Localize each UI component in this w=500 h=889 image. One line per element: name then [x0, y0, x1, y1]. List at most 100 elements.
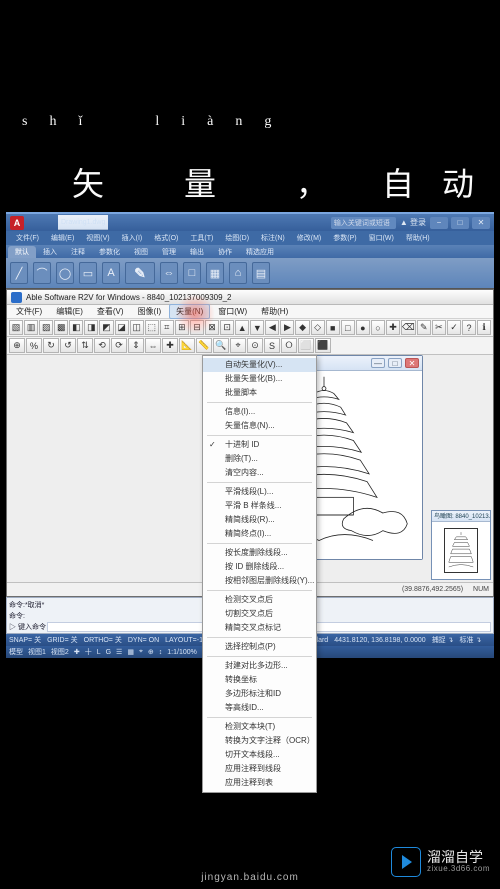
- menu-item[interactable]: 删除(T)...: [203, 452, 316, 466]
- status-item[interactable]: 十: [85, 647, 92, 657]
- close-button[interactable]: ✕: [472, 217, 490, 229]
- menu-item[interactable]: 矢量信息(N)...: [203, 419, 316, 433]
- toolbar-button[interactable]: ◧: [69, 320, 83, 335]
- status-item[interactable]: 视图2: [51, 647, 69, 657]
- toolbar-button[interactable]: ⊞: [175, 320, 189, 335]
- menu-item[interactable]: 应用注释到线段: [203, 762, 316, 776]
- status-item[interactable]: GRID= 关: [47, 635, 78, 645]
- toolbar-button[interactable]: ◩: [99, 320, 113, 335]
- toolbar-button[interactable]: ↻: [43, 338, 59, 353]
- ribbon-button[interactable]: ⌂: [229, 262, 247, 284]
- ribbon-button[interactable]: ⌒: [33, 262, 51, 284]
- r2v-menu-item[interactable]: 文件(F): [10, 305, 48, 318]
- toolbar-button[interactable]: ✎: [417, 320, 431, 335]
- menu-item[interactable]: 按相邻图层删除线段(Y)...: [203, 574, 316, 588]
- ribbon-button[interactable]: ▦: [206, 262, 224, 284]
- r2v-toolbar-1[interactable]: ▧▥▨▩◧◨◩◪◫⬚⌗⊞⊟⊠⊡▲▼◀▶◆◇■□●○✚⌫✎✂✓?ℹ: [7, 319, 493, 337]
- r2v-menu-item[interactable]: 图像(I): [132, 305, 168, 318]
- status-item[interactable]: 模型: [9, 647, 23, 657]
- toolbar-button[interactable]: ◨: [84, 320, 98, 335]
- ribbon-tab[interactable]: 视图: [127, 246, 155, 258]
- menu-item[interactable]: 批量矢量化(B)...: [203, 372, 316, 386]
- overview-window[interactable]: 鸟瞰图: 8840_10213...: [431, 510, 491, 580]
- menu-item[interactable]: 应用注释到表: [203, 776, 316, 790]
- autocad-menu-item[interactable]: 修改(M): [293, 233, 326, 243]
- toolbar-button[interactable]: S: [264, 338, 280, 353]
- toolbar-button[interactable]: ⇕: [128, 338, 144, 353]
- autocad-menu-item[interactable]: 编辑(E): [47, 233, 78, 243]
- toolbar-button[interactable]: ◫: [130, 320, 144, 335]
- ribbon-tab[interactable]: 协作: [211, 246, 239, 258]
- toolbar-button[interactable]: ⟳: [111, 338, 127, 353]
- ribbon-tab[interactable]: 插入: [36, 246, 64, 258]
- ribbon-tab[interactable]: 注释: [64, 246, 92, 258]
- ribbon-button[interactable]: ◯: [56, 262, 74, 284]
- toolbar-button[interactable]: ⬛: [315, 338, 331, 353]
- autocad-menu-item[interactable]: 绘图(D): [221, 233, 253, 243]
- doc-close-button[interactable]: ✕: [405, 358, 419, 368]
- menu-item[interactable]: 多边形标注和ID: [203, 687, 316, 701]
- toolbar-button[interactable]: ⌫: [401, 320, 416, 335]
- toolbar-button[interactable]: ■: [326, 320, 340, 335]
- ribbon-button[interactable]: A: [102, 262, 120, 284]
- toolbar-button[interactable]: ▩: [54, 320, 68, 335]
- ribbon-button[interactable]: ⇔: [160, 262, 178, 284]
- status-item[interactable]: ⌖: [139, 648, 143, 656]
- menu-item[interactable]: 检测交叉点后: [203, 593, 316, 607]
- menu-item[interactable]: 清空内容...: [203, 466, 316, 480]
- status-item[interactable]: 捕捉 ↴: [432, 635, 454, 645]
- toolbar-button[interactable]: ⊙: [247, 338, 263, 353]
- menu-item[interactable]: 检测文本块(T): [203, 720, 316, 734]
- autocad-menu-item[interactable]: 标注(N): [257, 233, 289, 243]
- toolbar-button[interactable]: ◇: [311, 320, 325, 335]
- toolbar-button[interactable]: ▧: [9, 320, 23, 335]
- help-search-input[interactable]: 输入关键词或短语: [331, 217, 396, 229]
- autocad-menu-item[interactable]: 参数(P): [329, 233, 360, 243]
- ribbon-tab[interactable]: 默认: [8, 246, 36, 258]
- toolbar-button[interactable]: ▨: [39, 320, 53, 335]
- ribbon-tab[interactable]: 精选应用: [239, 246, 281, 258]
- toolbar-button[interactable]: □: [341, 320, 355, 335]
- menu-item[interactable]: 自动矢量化(V)...: [203, 358, 316, 372]
- menu-item[interactable]: 精简线段(R)...: [203, 513, 316, 527]
- toolbar-button[interactable]: ⭘: [281, 338, 297, 353]
- toolbar-button[interactable]: ⬜: [298, 338, 314, 353]
- autocad-menu-item[interactable]: 文件(F): [12, 233, 43, 243]
- r2v-toolbar-2[interactable]: ⊕%↻↺⇅⟲⟳⇕⇔✚📐📏🔍⌖⊙S⭘⬜⬛: [7, 337, 493, 355]
- toolbar-button[interactable]: ⇅: [77, 338, 93, 353]
- toolbar-button[interactable]: ↺: [60, 338, 76, 353]
- autocad-menubar[interactable]: 文件(F)编辑(E)视图(V)插入(I)格式(O)工具(T)绘图(D)标注(N)…: [6, 231, 494, 245]
- menu-item[interactable]: 转换为文字注释（OCR）: [203, 734, 316, 748]
- toolbar-button[interactable]: ▶: [280, 320, 294, 335]
- menu-item[interactable]: 精简交叉点标记: [203, 621, 316, 635]
- status-item[interactable]: ☰: [116, 648, 122, 656]
- status-item[interactable]: ⊕: [148, 648, 154, 656]
- menu-item[interactable]: 十进制 ID: [203, 438, 316, 452]
- r2v-menu-item[interactable]: 帮助(H): [255, 305, 294, 318]
- menu-item[interactable]: 平滑 B 样条线...: [203, 499, 316, 513]
- toolbar-button[interactable]: ⊟: [190, 320, 204, 335]
- menu-item[interactable]: 按长度删除线段...: [203, 546, 316, 560]
- toolbar-button[interactable]: ⊕: [9, 338, 25, 353]
- vector-menu-dropdown[interactable]: 自动矢量化(V)...批量矢量化(B)...批量脚本信息(I)...矢量信息(N…: [202, 355, 317, 793]
- overview-thumbnail[interactable]: [444, 528, 478, 573]
- maximize-button[interactable]: □: [451, 217, 469, 229]
- status-item[interactable]: 视图1: [28, 647, 46, 657]
- minimize-button[interactable]: −: [430, 217, 448, 229]
- r2v-menu-item[interactable]: 窗口(W): [212, 305, 253, 318]
- toolbar-button[interactable]: ✓: [447, 320, 461, 335]
- toolbar-button[interactable]: ℹ: [477, 320, 491, 335]
- menu-item[interactable]: 批量脚本: [203, 386, 316, 400]
- autocad-menu-item[interactable]: 工具(T): [186, 233, 217, 243]
- menu-item[interactable]: 封建对比多边形...: [203, 659, 316, 673]
- toolbar-button[interactable]: ?: [462, 320, 476, 335]
- toolbar-button[interactable]: ●: [356, 320, 370, 335]
- r2v-menu-item[interactable]: 查看(V): [91, 305, 130, 318]
- toolbar-button[interactable]: ○: [371, 320, 385, 335]
- toolbar-button[interactable]: ⊠: [205, 320, 219, 335]
- menu-item[interactable]: 信息(I)...: [203, 405, 316, 419]
- ribbon-button[interactable]: ╱: [10, 262, 28, 284]
- toolbar-button[interactable]: 📐: [179, 338, 195, 353]
- toolbar-button[interactable]: ◀: [265, 320, 279, 335]
- autocad-menu-item[interactable]: 帮助(H): [402, 233, 434, 243]
